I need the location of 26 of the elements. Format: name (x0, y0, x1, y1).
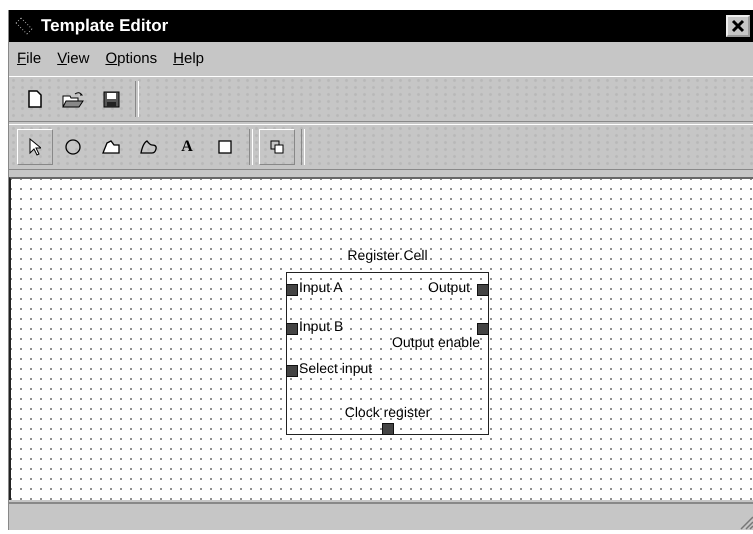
close-button[interactable] (726, 15, 750, 37)
open-folder-icon (62, 90, 84, 108)
text-tool-button[interactable]: A (169, 129, 205, 165)
close-icon (731, 19, 745, 33)
port-label: Clock register (344, 404, 432, 420)
circle-icon (65, 139, 81, 155)
overlap-tool-button[interactable] (259, 129, 295, 165)
pointer-tool-button[interactable] (17, 129, 53, 165)
port-label: Output (428, 279, 470, 295)
arrow-pointer-icon (29, 138, 41, 156)
menu-item[interactable]: Options (101, 50, 168, 67)
menu-item[interactable]: File (13, 50, 52, 67)
polygon-icon (102, 140, 120, 154)
port-label: Input A (299, 279, 343, 295)
menu-item[interactable]: View (53, 50, 100, 67)
resize-grip-icon (738, 514, 753, 530)
new-file-icon (28, 90, 42, 108)
window-title: Template Editor (41, 16, 170, 36)
block-title: Register Cell (346, 247, 429, 263)
freeform-shape-icon (140, 140, 158, 154)
overlapping-squares-icon (270, 140, 284, 154)
square-icon (218, 140, 232, 154)
port-label: Input B (299, 318, 344, 334)
port-label: Output enable (392, 334, 480, 350)
port-label: Select input (299, 360, 372, 376)
menu-item[interactable]: Help (169, 50, 214, 67)
